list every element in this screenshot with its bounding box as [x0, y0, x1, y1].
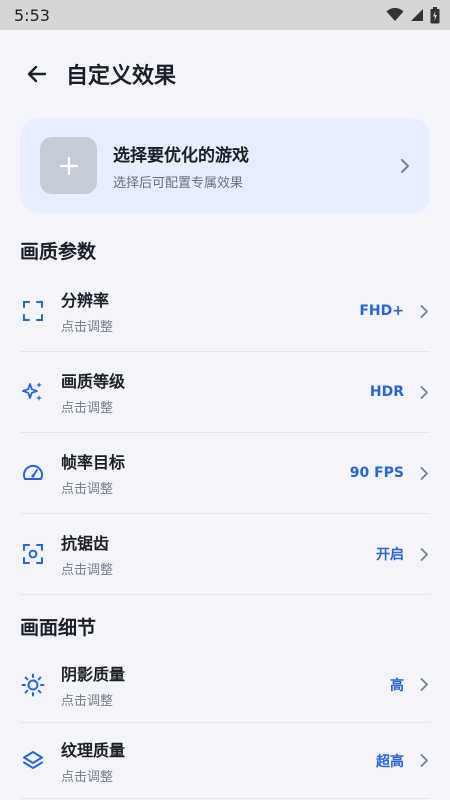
- setting-hint: 点击调整: [61, 693, 114, 709]
- add-game-tile: [40, 137, 97, 194]
- chevron-right-icon: [418, 304, 430, 318]
- chevron-right-icon: [401, 158, 409, 173]
- quality-settings-list: 分辨率 点击调整 FHD+ 画质等级 点击调整 HDR 帧率目标 点击调整 90…: [0, 271, 450, 595]
- detail-settings-list: 阴影质量 点击调整 高 纹理质量 点击调整 超高: [0, 647, 450, 799]
- back-button[interactable]: [20, 57, 54, 91]
- setting-value: 高: [390, 677, 404, 694]
- setting-label: 阴影质量: [61, 664, 126, 684]
- setting-label: 抗锯齿: [61, 534, 110, 553]
- speedometer-icon: [20, 460, 46, 486]
- status-bar: 5:53: [0, 0, 450, 30]
- section-title-details: 画面细节: [20, 616, 97, 639]
- setting-row-fps-target[interactable]: 帧率目标 点击调整 90 FPS: [20, 433, 430, 514]
- battery-icon: [430, 6, 440, 23]
- setting-label: 分辨率: [61, 291, 110, 310]
- sparkle-icon: [20, 379, 46, 405]
- chevron-right-icon: [418, 385, 430, 399]
- setting-value: HDR: [369, 384, 404, 400]
- chevron-right-icon: [418, 547, 430, 561]
- game-card-subtitle: 选择后可配置专属效果: [113, 175, 244, 191]
- select-game-card[interactable]: 选择要优化的游戏 选择后可配置专属效果: [20, 118, 430, 213]
- arrow-left-icon: [27, 65, 47, 83]
- brightness-icon: [20, 672, 46, 698]
- game-card-title: 选择要优化的游戏: [113, 145, 249, 166]
- wifi-icon: [386, 8, 404, 21]
- setting-hint: 点击调整: [61, 482, 114, 497]
- setting-label: 画质等级: [61, 372, 126, 391]
- setting-value: 90 FPS: [349, 465, 404, 481]
- setting-value: 开启: [376, 547, 404, 563]
- signal-icon: [411, 9, 423, 21]
- resolution-icon: [20, 298, 46, 324]
- setting-text: 阴影质量 点击调整: [61, 661, 390, 709]
- game-card-text: 选择要优化的游戏 选择后可配置专属效果: [113, 141, 400, 191]
- header: 自定义效果: [0, 30, 450, 118]
- setting-row-resolution[interactable]: 分辨率 点击调整 FHD+: [20, 271, 430, 352]
- plus-icon: [59, 156, 78, 175]
- layers-icon: [20, 748, 46, 774]
- setting-row-quality-level[interactable]: 画质等级 点击调整 HDR: [20, 352, 430, 433]
- setting-text: 纹理质量 点击调整: [61, 737, 376, 785]
- setting-row-antialiasing[interactable]: 抗锯齿 点击调整 开启: [20, 514, 430, 595]
- setting-hint: 点击调整: [61, 563, 114, 578]
- status-icons: [386, 6, 440, 24]
- page-title: 自定义效果: [66, 64, 177, 89]
- setting-hint: 点击调整: [61, 769, 114, 785]
- setting-hint: 点击调整: [61, 320, 114, 335]
- setting-text: 画质等级 点击调整: [61, 368, 370, 416]
- setting-label: 纹理质量: [61, 740, 126, 760]
- status-time: 5:53: [14, 5, 50, 25]
- setting-row-texture-quality[interactable]: 纹理质量 点击调整 超高: [20, 723, 430, 799]
- setting-hint: 点击调整: [61, 401, 114, 416]
- setting-value: FHD+: [359, 303, 404, 319]
- section-title-quality: 画质参数: [20, 240, 97, 263]
- setting-text: 帧率目标 点击调整: [61, 449, 350, 497]
- setting-text: 分辨率 点击调整: [61, 287, 359, 335]
- chevron-right-icon: [418, 754, 430, 768]
- setting-value: 超高: [376, 753, 404, 770]
- setting-text: 抗锯齿 点击调整: [61, 530, 376, 578]
- focus-icon: [20, 541, 46, 567]
- setting-label: 帧率目标: [61, 453, 126, 472]
- setting-row-shadow-quality[interactable]: 阴影质量 点击调整 高: [20, 647, 430, 723]
- chevron-right-icon: [418, 466, 430, 480]
- chevron-right-icon: [418, 678, 430, 692]
